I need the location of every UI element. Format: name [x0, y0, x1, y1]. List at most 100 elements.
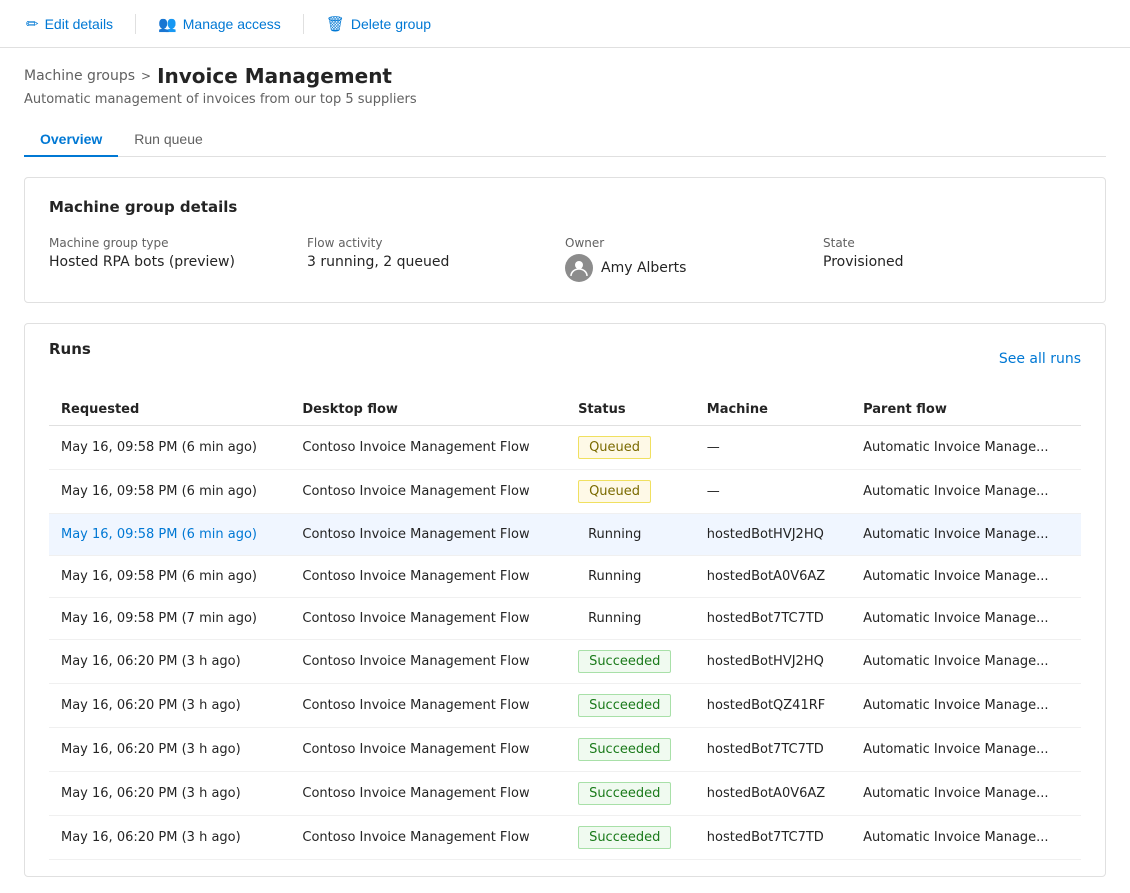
machine-cell: hostedBotQZ41RF	[695, 684, 851, 728]
table-row[interactable]: May 16, 06:20 PM (3 h ago)Contoso Invoic…	[49, 772, 1081, 816]
table-row[interactable]: May 16, 09:58 PM (6 min ago)Contoso Invo…	[49, 426, 1081, 470]
toolbar: ✏ Edit details 👥 Manage access 🗑 Delete …	[0, 0, 1130, 48]
status-badge: Queued	[578, 480, 651, 503]
col-parent-flow: Parent flow	[851, 394, 1081, 426]
desktop-flow-cell: Contoso Invoice Management Flow	[290, 772, 566, 816]
machine-group-details-title: Machine group details	[49, 198, 1081, 216]
toolbar-divider-1	[135, 14, 136, 34]
status-cell: Running	[566, 598, 695, 640]
manage-access-button[interactable]: 👥 Manage access	[148, 9, 291, 39]
main-content: Machine groups > Invoice Management Auto…	[0, 48, 1130, 893]
toolbar-divider-2	[303, 14, 304, 34]
tab-overview[interactable]: Overview	[24, 123, 118, 157]
machine-cell: hostedBotA0V6AZ	[695, 772, 851, 816]
machine-group-details-card: Machine group details Machine group type…	[24, 177, 1106, 303]
status-cell: Queued	[566, 426, 695, 470]
requested-cell: May 16, 09:58 PM (7 min ago)	[49, 598, 290, 640]
desktop-flow-cell: Contoso Invoice Management Flow	[290, 514, 566, 556]
status-cell: Running	[566, 514, 695, 556]
status-badge: Succeeded	[578, 694, 671, 717]
parent-flow-cell: Automatic Invoice Manage...	[851, 684, 1081, 728]
runs-table: Requested Desktop flow Status Machine Pa…	[49, 394, 1081, 860]
status-cell: Succeeded	[566, 816, 695, 860]
requested-cell: May 16, 06:20 PM (3 h ago)	[49, 684, 290, 728]
parent-flow-cell: Automatic Invoice Manage...	[851, 640, 1081, 684]
see-all-runs-link[interactable]: See all runs	[999, 351, 1081, 367]
breadcrumb-separator: >	[141, 69, 151, 83]
machine-cell: —	[695, 426, 851, 470]
requested-link[interactable]: May 16, 09:58 PM (6 min ago)	[61, 527, 257, 542]
delete-group-button[interactable]: 🗑 Delete group	[316, 9, 441, 39]
machine-cell: hostedBot7TC7TD	[695, 816, 851, 860]
delete-icon: 🗑	[326, 15, 345, 33]
machine-cell: hostedBot7TC7TD	[695, 598, 851, 640]
status-badge: Running	[578, 566, 651, 587]
edit-icon: ✏	[26, 15, 39, 33]
machine-cell: —	[695, 470, 851, 514]
machine-group-type-item: Machine group type Hosted RPA bots (prev…	[49, 236, 307, 282]
table-row[interactable]: May 16, 06:20 PM (3 h ago)Contoso Invoic…	[49, 684, 1081, 728]
status-badge: Succeeded	[578, 826, 671, 849]
requested-cell: May 16, 09:58 PM (6 min ago)	[49, 470, 290, 514]
requested-cell: May 16, 06:20 PM (3 h ago)	[49, 728, 290, 772]
parent-flow-cell: Automatic Invoice Manage...	[851, 816, 1081, 860]
col-status: Status	[566, 394, 695, 426]
owner-row: Amy Alberts	[565, 254, 823, 282]
table-row[interactable]: May 16, 06:20 PM (3 h ago)Contoso Invoic…	[49, 728, 1081, 772]
table-row[interactable]: May 16, 09:58 PM (6 min ago) Contoso Invo…	[49, 514, 1081, 556]
avatar	[565, 254, 593, 282]
table-row[interactable]: May 16, 09:58 PM (7 min ago)Contoso Invo…	[49, 598, 1081, 640]
owner-label: Owner	[565, 236, 823, 250]
requested-cell: May 16, 06:20 PM (3 h ago)	[49, 640, 290, 684]
table-row[interactable]: May 16, 09:58 PM (6 min ago)Contoso Invo…	[49, 470, 1081, 514]
parent-flow-cell: Automatic Invoice Manage...	[851, 426, 1081, 470]
runs-card: Runs See all runs Requested Desktop flow…	[24, 323, 1106, 877]
edit-details-button[interactable]: ✏ Edit details	[16, 9, 123, 39]
table-row[interactable]: May 16, 06:20 PM (3 h ago)Contoso Invoic…	[49, 816, 1081, 860]
table-row[interactable]: May 16, 09:58 PM (6 min ago)Contoso Invo…	[49, 556, 1081, 598]
details-grid: Machine group type Hosted RPA bots (prev…	[49, 236, 1081, 282]
machine-cell: hostedBot7TC7TD	[695, 728, 851, 772]
runs-title: Runs	[49, 340, 91, 358]
status-badge: Running	[578, 524, 651, 545]
machine-cell: hostedBotHVJ2HQ	[695, 640, 851, 684]
owner-item: Owner Amy Alberts	[565, 236, 823, 282]
state-value: Provisioned	[823, 254, 1081, 270]
flow-activity-value: 3 running, 2 queued	[307, 254, 565, 270]
machine-cell: hostedBotHVJ2HQ	[695, 514, 851, 556]
tab-run-queue[interactable]: Run queue	[118, 123, 219, 157]
parent-flow-cell: Automatic Invoice Manage...	[851, 598, 1081, 640]
parent-flow-cell: Automatic Invoice Manage...	[851, 470, 1081, 514]
desktop-flow-cell: Contoso Invoice Management Flow	[290, 684, 566, 728]
owner-value: Amy Alberts	[601, 260, 686, 276]
requested-cell: May 16, 06:20 PM (3 h ago)	[49, 772, 290, 816]
page-title: Invoice Management	[157, 64, 392, 88]
desktop-flow-cell: Contoso Invoice Management Flow	[290, 598, 566, 640]
status-badge: Succeeded	[578, 782, 671, 805]
requested-cell: May 16, 06:20 PM (3 h ago)	[49, 816, 290, 860]
state-item: State Provisioned	[823, 236, 1081, 282]
machine-group-type-value: Hosted RPA bots (preview)	[49, 254, 307, 270]
table-row[interactable]: May 16, 06:20 PM (3 h ago)Contoso Invoic…	[49, 640, 1081, 684]
machine-group-type-label: Machine group type	[49, 236, 307, 250]
delete-label: Delete group	[351, 16, 431, 32]
state-label: State	[823, 236, 1081, 250]
desktop-flow-cell: Contoso Invoice Management Flow	[290, 640, 566, 684]
col-machine: Machine	[695, 394, 851, 426]
flow-activity-item: Flow activity 3 running, 2 queued	[307, 236, 565, 282]
col-desktop-flow: Desktop flow	[290, 394, 566, 426]
desktop-flow-cell: Contoso Invoice Management Flow	[290, 728, 566, 772]
parent-flow-cell: Automatic Invoice Manage...	[851, 772, 1081, 816]
flow-activity-label: Flow activity	[307, 236, 565, 250]
col-requested: Requested	[49, 394, 290, 426]
manage-label: Manage access	[183, 16, 281, 32]
breadcrumb-parent-link[interactable]: Machine groups	[24, 68, 135, 84]
manage-icon: 👥	[158, 15, 177, 33]
parent-flow-cell: Automatic Invoice Manage...	[851, 514, 1081, 556]
runs-header: Runs See all runs	[49, 340, 1081, 378]
status-cell: Succeeded	[566, 640, 695, 684]
status-badge: Running	[578, 608, 651, 629]
desktop-flow-cell: Contoso Invoice Management Flow	[290, 816, 566, 860]
status-badge: Queued	[578, 436, 651, 459]
requested-cell: May 16, 09:58 PM (6 min ago)	[49, 556, 290, 598]
